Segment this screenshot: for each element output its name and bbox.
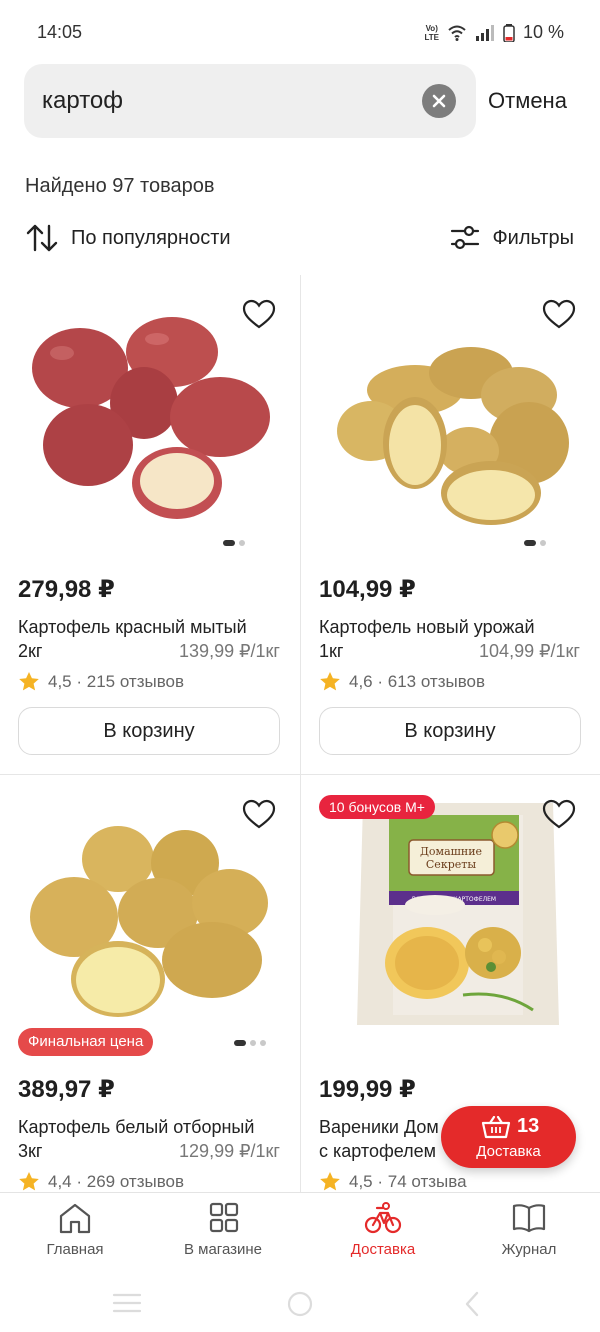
volte-indicator: Vo) LTE [424,23,439,42]
favorite-heart-icon[interactable] [242,299,276,331]
close-icon [432,94,446,108]
product-weight: 1кг [319,641,344,661]
cart-label: Доставка [476,1143,541,1160]
sort-label: По популярности [71,226,231,249]
nav-item-home[interactable]: Главная [0,1193,150,1269]
product-weight: 3кг [18,1141,43,1161]
battery-level: 10 % [522,22,564,42]
product-rating: 4,5 · 215 отзывов [18,671,184,692]
status-time: 14:05 [37,22,83,42]
product-image-new-potatoes[interactable] [323,295,583,535]
back-icon[interactable] [462,1290,482,1318]
product-title[interactable]: Вареники Дом [319,1117,439,1138]
nav-label: Главная [46,1241,104,1258]
cancel-button[interactable]: Отмена [488,88,567,114]
results-count: Найдено 97 товаров [25,175,215,197]
star-icon [320,672,340,691]
product-grid: 279,98 ₽ Картофель красный мытый 2кг 139… [0,275,600,1193]
nav-item-journal[interactable]: Журнал [454,1193,600,1269]
product-image-red-potatoes[interactable] [22,295,282,535]
home-icon [59,1203,91,1234]
rating-text: 4,4 · 269 отзывов [48,1171,185,1191]
filters-icon [451,225,480,250]
product-card[interactable]: 104,99 ₽ Картофель новый урожай 1кг 104,… [300,275,600,775]
signal-icon [475,24,494,41]
product-unit-price: 129,99 ₽/1кг [179,1141,280,1161]
grid-icon [209,1202,239,1233]
sort-icon [26,224,58,252]
favorite-heart-icon[interactable] [242,799,276,831]
product-price: 199,99 ₽ [319,1076,416,1103]
product-card[interactable]: 279,98 ₽ Картофель красный мытый 2кг 139… [0,275,300,775]
product-card[interactable]: Финальная цена 389,97 ₽ Картофель белый … [0,774,300,1193]
book-icon [512,1204,546,1233]
filters-label: Фильтры [492,226,574,249]
basket-icon [481,1116,511,1139]
product-title[interactable]: Картофель новый урожай [319,617,535,638]
delivery-cart-button[interactable]: 13 Доставка [441,1106,576,1168]
nav-item-delivery[interactable]: Доставка [308,1193,458,1269]
sort-button[interactable]: По популярности [25,222,231,254]
product-price: 389,97 ₽ [18,1076,115,1103]
product-unit-price: 104,99 ₽/1кг [479,641,580,661]
product-title[interactable]: Картофель красный мытый [18,617,247,638]
search-box[interactable] [24,64,476,138]
product-image-dumplings-package[interactable]: Домашние Секреты ВАРЕНИКИ С КАРТОФЕЛЕМ [323,795,583,1035]
favorite-heart-icon[interactable] [542,799,576,831]
bottom-navigation: Главная В магазине Доставка Журнал [0,1192,600,1268]
product-title-line2: с картофелем [319,1141,437,1161]
star-icon [320,1172,340,1191]
bonus-badge: 10 бонусов M+ [319,795,435,819]
rating-text: 4,5 · 215 отзывов [48,671,185,691]
nav-label: В магазине [183,1241,263,1258]
add-to-cart-button[interactable]: В корзину [18,707,280,755]
final-price-badge: Финальная цена [18,1028,154,1056]
package-brand-line1: Домашние [420,845,482,858]
status-icons: Vo) LTE 10 % [424,22,564,43]
home-circle-icon[interactable] [286,1290,314,1318]
nav-item-in-store[interactable]: В магазине [148,1193,298,1269]
system-navigation-bar [0,1268,600,1332]
product-rating: 4,6 · 613 отзывов [319,671,485,692]
nav-label: Журнал [501,1241,557,1258]
wifi-icon [448,25,466,41]
package-brand-line2: Секреты [426,858,476,871]
search-input[interactable] [42,80,422,122]
star-icon [19,672,39,691]
filters-button[interactable]: Фильтры [450,224,574,252]
product-weight: 2кг [18,641,43,661]
product-rating: 4,5 · 74 отзыва [319,1171,467,1192]
battery-icon [503,23,515,42]
product-image-white-potatoes[interactable] [22,795,282,1035]
star-icon [19,1172,39,1191]
rating-text: 4,6 · 613 отзывов [349,671,486,691]
product-price: 279,98 ₽ [18,576,115,603]
cart-count: 13 [517,1115,540,1137]
image-pager [234,1040,266,1046]
rating-text: 4,5 · 74 отзыва [349,1171,467,1191]
favorite-heart-icon[interactable] [542,299,576,331]
product-rating: 4,4 · 269 отзывов [18,1171,184,1192]
product-unit-price: 139,99 ₽/1кг [179,641,280,661]
recent-apps-icon[interactable] [112,1292,142,1314]
status-bar: 14:05 Vo) LTE 10 % [0,0,600,68]
clear-search-button[interactable] [422,84,456,118]
image-pager [524,540,546,546]
add-to-cart-button[interactable]: В корзину [319,707,581,755]
product-title[interactable]: Картофель белый отборный [18,1117,254,1138]
product-price: 104,99 ₽ [319,576,416,603]
image-pager [223,540,245,546]
nav-label: Доставка [350,1241,416,1258]
bicycle-icon [364,1202,402,1234]
